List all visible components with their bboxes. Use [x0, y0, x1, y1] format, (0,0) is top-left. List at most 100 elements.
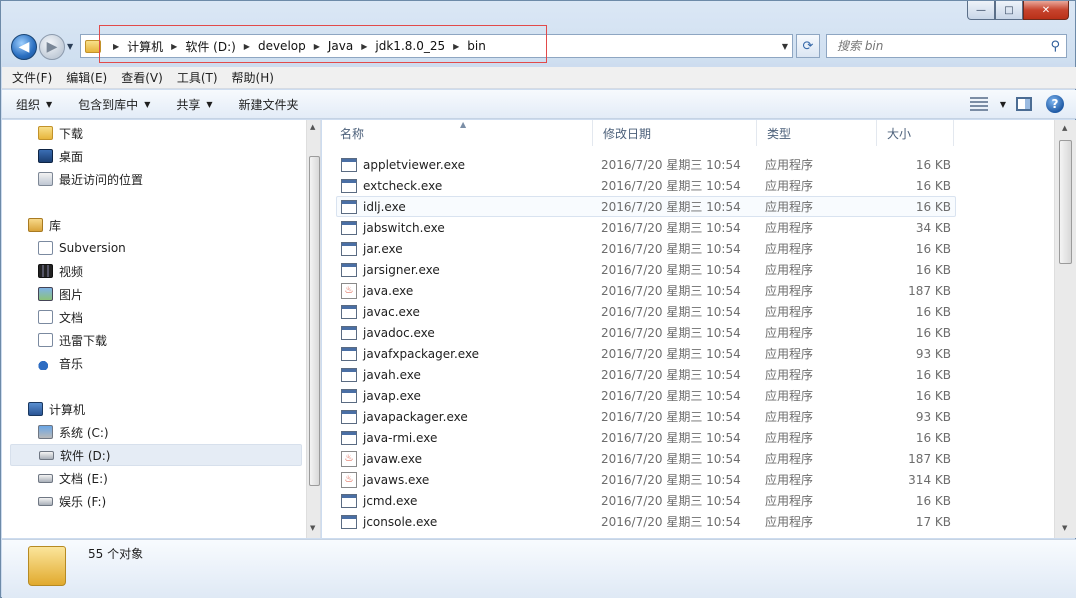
nav-item[interactable]: 下载 — [38, 122, 83, 144]
java-exe-icon: ♨ — [341, 282, 357, 299]
nav-item[interactable]: Subversion — [38, 237, 126, 259]
menu-item[interactable]: 文件(F) — [12, 69, 52, 86]
table-row[interactable]: javap.exe 2016/7/20 星期三 10:54 应用程序 16 KB — [336, 385, 956, 406]
forward-button[interactable]: ▶ — [39, 34, 65, 60]
table-row[interactable]: ♨ javaws.exe 2016/7/20 星期三 10:54 应用程序 314 KB — [336, 469, 956, 490]
column-name[interactable]: 名称 ▲ — [322, 120, 593, 146]
file-name-cell: jarsigner.exe — [337, 262, 601, 277]
file-type: 应用程序 — [765, 305, 814, 319]
table-row[interactable]: ♨ java.exe 2016/7/20 星期三 10:54 应用程序 187 KB — [336, 280, 956, 301]
breadcrumb-separator-icon[interactable]: ▶ — [244, 42, 250, 51]
breadcrumb-separator-icon[interactable]: ▶ — [361, 42, 367, 51]
file-size: 16 KB — [915, 430, 951, 445]
organize-button[interactable]: 组织 ▼ — [16, 96, 52, 113]
menu-item[interactable]: 编辑(E) — [66, 69, 107, 86]
breadcrumb-separator-icon[interactable]: ▶ — [453, 42, 459, 51]
back-button[interactable]: ◀ — [11, 34, 37, 60]
file-name: javac.exe — [363, 304, 420, 319]
java-exe-icon: ♨ — [341, 450, 357, 467]
column-type[interactable]: 类型 — [757, 120, 877, 146]
preview-pane-icon[interactable] — [1016, 97, 1032, 111]
scroll-down-icon[interactable]: ▼ — [1062, 524, 1067, 532]
table-row[interactable]: javapackager.exe 2016/7/20 星期三 10:54 应用程序 9… — [336, 406, 956, 427]
nav-item[interactable]: 文档 — [38, 306, 83, 328]
recent-pages-dropdown[interactable]: ▼ — [67, 42, 73, 51]
chevron-down-icon[interactable]: ▼ — [1000, 100, 1006, 109]
table-row[interactable]: jarsigner.exe 2016/7/20 星期三 10:54 应用程序 16 K… — [336, 259, 956, 280]
scroll-up-icon[interactable]: ▲ — [310, 123, 315, 131]
close-button[interactable]: ✕ — [1023, 1, 1069, 20]
list-scrollbar[interactable]: ▲ ▼ — [1054, 120, 1076, 538]
nav-scroll-thumb[interactable] — [309, 156, 320, 486]
file-type: 应用程序 — [765, 494, 814, 508]
exe-file-icon — [341, 493, 357, 508]
nav-item[interactable]: 桌面 — [38, 145, 83, 167]
table-row[interactable]: jabswitch.exe 2016/7/20 星期三 10:54 应用程序 34 K… — [336, 217, 956, 238]
breadcrumb-item[interactable]: jdk1.8.0_25 — [375, 39, 445, 53]
refresh-button[interactable]: ⟳ — [796, 34, 820, 58]
view-list-icon[interactable] — [969, 97, 988, 111]
download-folder-icon — [38, 126, 53, 140]
file-type: 应用程序 — [765, 284, 814, 298]
breadcrumb-item[interactable]: 计算机 — [127, 38, 163, 55]
nav-item[interactable]: 娱乐 (F:) — [38, 490, 106, 512]
list-scroll-thumb[interactable] — [1059, 140, 1072, 264]
file-name-cell: ♨ javaws.exe — [337, 471, 601, 488]
table-row[interactable]: jcmd.exe 2016/7/20 星期三 10:54 应用程序 16 KB — [336, 490, 956, 511]
share-button[interactable]: 共享 ▼ — [176, 96, 212, 113]
new-folder-button[interactable]: 新建文件夹 — [239, 96, 299, 113]
nav-item[interactable]: 音乐 — [38, 352, 83, 374]
table-row[interactable]: jconsole.exe 2016/7/20 星期三 10:54 应用程序 17 KB — [336, 511, 956, 532]
column-date[interactable]: 修改日期 — [593, 120, 757, 146]
nav-item[interactable]: 软件 (D:) — [10, 444, 302, 466]
nav-scrollbar[interactable]: ▲ ▼ — [306, 120, 320, 538]
scroll-up-icon[interactable]: ▲ — [1062, 124, 1067, 132]
maximize-button[interactable]: □ — [995, 1, 1023, 20]
file-type: 应用程序 — [765, 389, 814, 403]
table-row[interactable]: java-rmi.exe 2016/7/20 星期三 10:54 应用程序 16 KB — [336, 427, 956, 448]
breadcrumb-item[interactable]: bin — [467, 39, 486, 53]
breadcrumb-item[interactable]: 软件 (D:) — [185, 38, 235, 55]
table-row[interactable]: javafxpackager.exe 2016/7/20 星期三 10:54 应用程… — [336, 343, 956, 364]
nav-item[interactable]: 最近访问的位置 — [38, 168, 143, 190]
nav-item[interactable]: 系统 (C:) — [38, 421, 109, 443]
nav-item[interactable]: 文档 (E:) — [38, 467, 108, 489]
table-row[interactable]: jar.exe 2016/7/20 星期三 10:54 应用程序 16 KB — [336, 238, 956, 259]
nav-item[interactable]: 库 — [28, 214, 61, 236]
search-input[interactable] — [835, 38, 1035, 54]
breadcrumb-separator-icon[interactable]: ▶ — [171, 42, 177, 51]
menu-item[interactable]: 帮助(H) — [232, 69, 274, 86]
menu-item[interactable]: 工具(T) — [177, 69, 218, 86]
nav-item[interactable]: 计算机 — [28, 398, 85, 420]
nav-item-label: 系统 (C:) — [59, 425, 109, 440]
table-row[interactable]: extcheck.exe 2016/7/20 星期三 10:54 应用程序 16 KB — [336, 175, 956, 196]
recent-places-icon — [38, 172, 53, 186]
file-size: 34 KB — [915, 220, 951, 235]
table-row[interactable]: appletviewer.exe 2016/7/20 星期三 10:54 应用程序 1… — [336, 154, 956, 175]
minimize-button[interactable]: — — [967, 1, 995, 20]
nav-item[interactable]: 视频 — [38, 260, 83, 282]
address-bar[interactable]: ▶ 计算机 ▶ 软件 (D:) ▶ develop ▶ Java ▶ jdk1.8.0_25 ▶ bi… — [80, 34, 793, 58]
breadcrumb-separator-icon[interactable]: ▶ — [113, 42, 119, 51]
breadcrumb-item[interactable]: develop — [258, 39, 306, 53]
table-row[interactable]: javadoc.exe 2016/7/20 星期三 10:54 应用程序 16 KB — [336, 322, 956, 343]
address-history-dropdown[interactable]: ▼ — [782, 42, 792, 51]
breadcrumb-item[interactable]: Java — [328, 39, 353, 53]
table-row[interactable]: ♨ javaw.exe 2016/7/20 星期三 10:54 应用程序 187 KB — [336, 448, 956, 469]
breadcrumb: ▶ 计算机 ▶ 软件 (D:) ▶ develop ▶ Java ▶ jdk1.8.0_25 ▶ bi… — [105, 38, 486, 55]
search-box[interactable]: ⚲ — [826, 34, 1067, 58]
include-in-library-button[interactable]: 包含到库中 ▼ — [78, 96, 150, 113]
search-icon[interactable]: ⚲ — [1050, 39, 1060, 54]
share-label: 共享 — [176, 97, 201, 112]
table-row[interactable]: javah.exe 2016/7/20 星期三 10:54 应用程序 16 KB — [336, 364, 956, 385]
nav-item[interactable]: 图片 — [38, 283, 83, 305]
column-size[interactable]: 大小 — [877, 120, 954, 146]
breadcrumb-separator-icon[interactable]: ▶ — [314, 42, 320, 51]
nav-item[interactable]: 迅雷下载 — [38, 329, 107, 351]
table-row[interactable]: javac.exe 2016/7/20 星期三 10:54 应用程序 16 KB — [336, 301, 956, 322]
scroll-down-icon[interactable]: ▼ — [310, 524, 315, 532]
help-icon[interactable]: ? — [1046, 95, 1064, 113]
exe-file-icon — [341, 409, 357, 424]
menu-item[interactable]: 查看(V) — [121, 69, 163, 86]
table-row[interactable]: idlj.exe 2016/7/20 星期三 10:54 应用程序 16 KB — [336, 196, 956, 217]
